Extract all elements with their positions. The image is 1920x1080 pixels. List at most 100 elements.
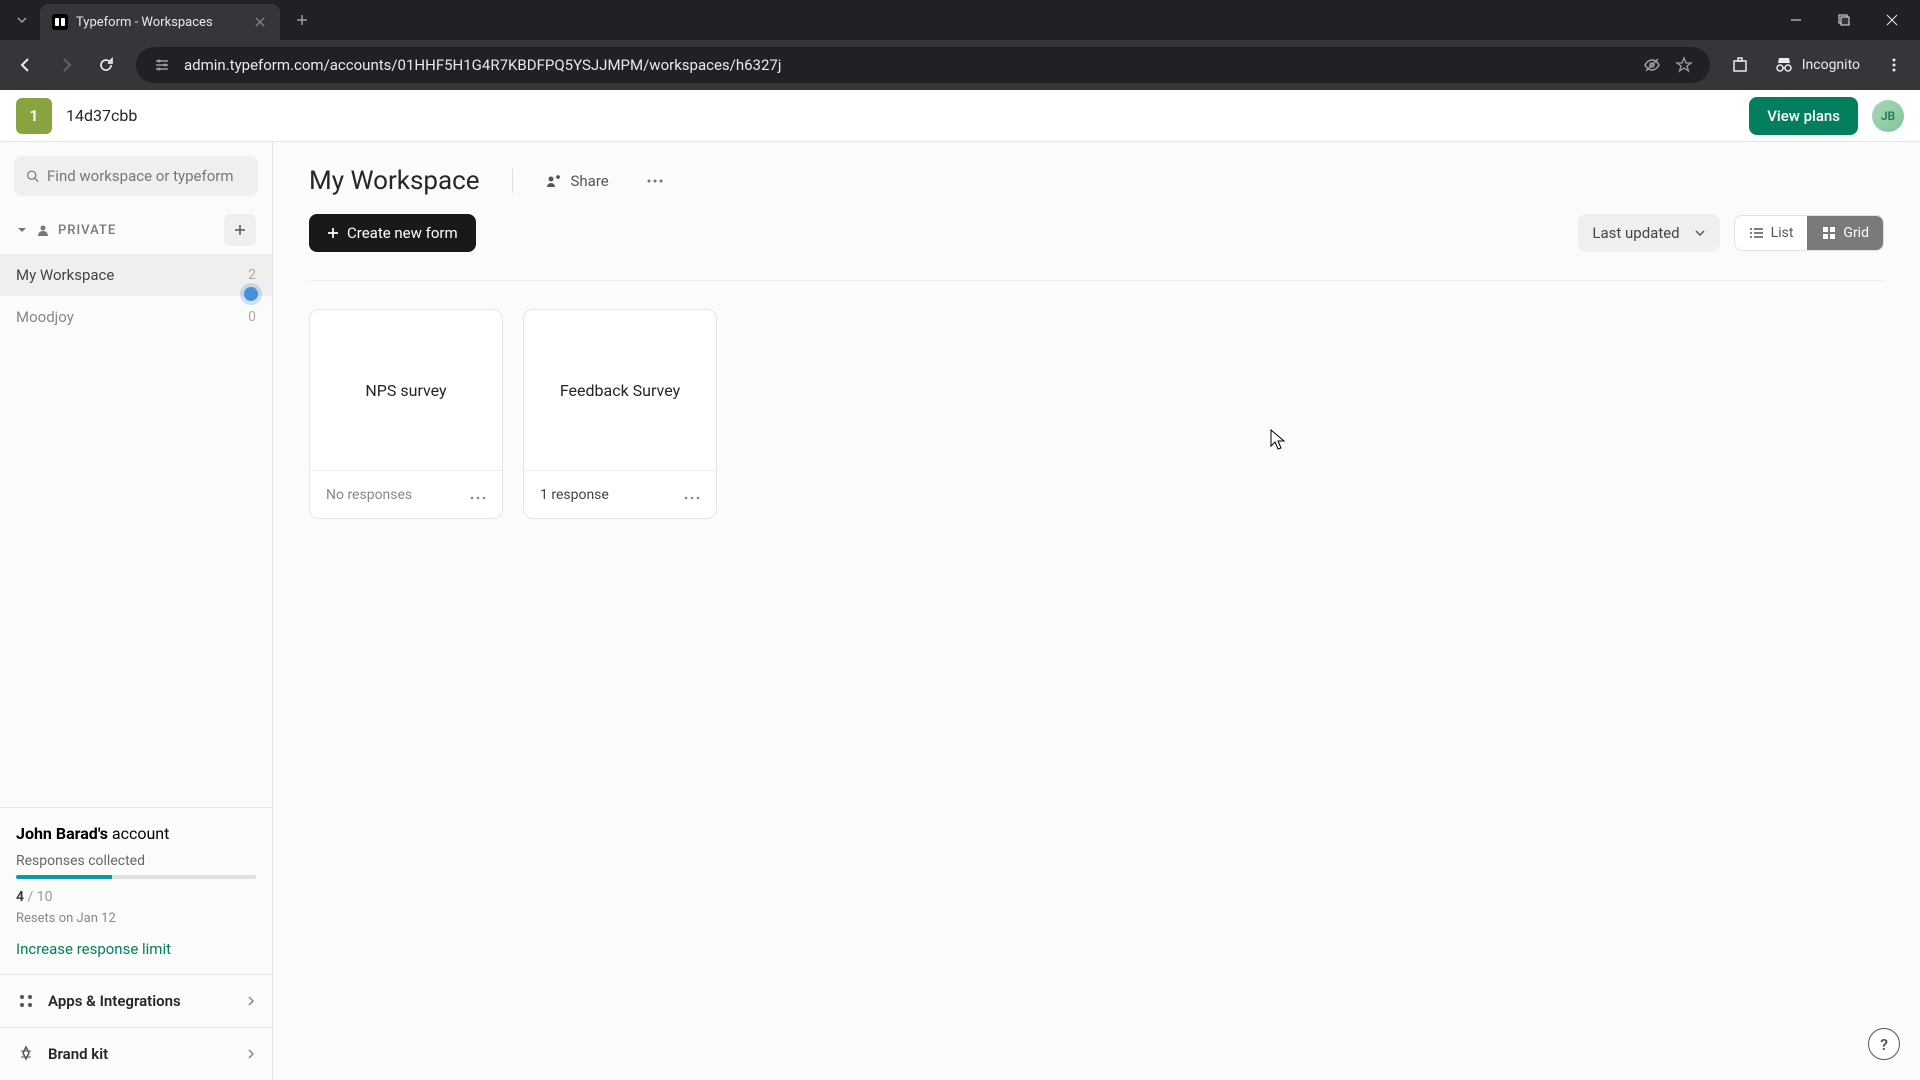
search-box[interactable]: [14, 156, 258, 196]
tab-close-button[interactable]: [252, 14, 268, 30]
content-header: My Workspace Share: [309, 166, 1884, 196]
forms-grid: NPS survey No responses Feedback Survey …: [309, 280, 1884, 519]
window-controls: [1776, 4, 1920, 36]
reset-date: Resets on Jan 12: [16, 911, 256, 926]
sidebar-workspace-my-workspace[interactable]: My Workspace 2: [0, 254, 272, 296]
workspace-name: Moodjoy: [16, 308, 248, 326]
new-tab-button[interactable]: [288, 6, 316, 34]
sidebar: PRIVATE My Workspace 2 Moodjoy 0 John Ba…: [0, 142, 273, 1080]
back-button[interactable]: [8, 47, 44, 83]
sort-dropdown[interactable]: Last updated: [1578, 214, 1719, 252]
plus-icon: [327, 227, 339, 239]
form-title: Feedback Survey: [560, 381, 680, 400]
caret-down-icon[interactable]: [16, 224, 28, 236]
tab-favicon: [52, 14, 68, 30]
forward-button[interactable]: [48, 47, 84, 83]
search-input[interactable]: [47, 167, 246, 185]
extensions-button[interactable]: [1722, 47, 1758, 83]
list-icon: [1749, 225, 1765, 241]
section-label: PRIVATE: [58, 223, 216, 238]
browser-tab-bar: Typeform - Workspaces: [0, 0, 1920, 40]
person-icon: [36, 223, 50, 237]
grid-label: Grid: [1843, 225, 1869, 241]
help-button[interactable]: ?: [1868, 1028, 1900, 1060]
grid-icon: [1821, 225, 1837, 241]
form-title: NPS survey: [365, 381, 446, 400]
list-view-button[interactable]: List: [1735, 216, 1808, 250]
responses-label: Responses collected: [16, 853, 256, 869]
close-icon: [255, 17, 265, 27]
close-window-button[interactable]: [1872, 4, 1912, 36]
arrow-left-icon: [17, 56, 35, 74]
brand-kit-link[interactable]: Brand kit: [0, 1027, 272, 1080]
apps-icon: [16, 991, 36, 1011]
list-label: List: [1771, 225, 1794, 241]
form-responses: No responses: [326, 487, 412, 503]
chevron-right-icon: [246, 996, 256, 1006]
create-form-button[interactable]: Create new form: [309, 214, 476, 252]
toolbar: Create new form Last updated List Grid: [309, 214, 1884, 252]
sidebar-workspace-moodjoy[interactable]: Moodjoy 0: [0, 296, 272, 338]
form-card[interactable]: NPS survey No responses: [309, 309, 503, 519]
main-content: My Workspace Share Create new form Last …: [273, 142, 1920, 1080]
org-name: 14d37cbb: [66, 106, 137, 125]
maximize-button[interactable]: [1824, 4, 1864, 36]
minimize-icon: [1790, 14, 1802, 26]
reload-icon: [97, 56, 115, 74]
share-button[interactable]: Share: [545, 172, 609, 190]
link-label: Brand kit: [48, 1045, 234, 1063]
browser-tab[interactable]: Typeform - Workspaces: [40, 4, 280, 40]
plus-icon: [233, 223, 247, 237]
plus-icon: [296, 14, 308, 26]
tab-search-dropdown[interactable]: [4, 4, 40, 36]
form-card[interactable]: Feedback Survey 1 response: [523, 309, 717, 519]
workspace-name: My Workspace: [16, 266, 248, 284]
browser-address-bar: admin.typeform.com/accounts/01HHF5H1G4R7…: [0, 40, 1920, 90]
increase-limit-link[interactable]: Increase response limit: [16, 940, 256, 958]
form-responses: 1 response: [540, 487, 609, 503]
responses-progress: [16, 875, 256, 879]
dots-icon: [470, 496, 486, 500]
private-section-header: PRIVATE: [0, 206, 272, 254]
bookmark-icon[interactable]: [1674, 55, 1694, 75]
tab-title: Typeform - Workspaces: [76, 15, 244, 30]
close-icon: [1886, 14, 1898, 26]
site-settings-icon[interactable]: [152, 55, 172, 75]
url-text: admin.typeform.com/accounts/01HHF5H1G4R7…: [184, 56, 1630, 74]
incognito-icon: [1774, 55, 1794, 75]
progress-fill: [16, 875, 112, 879]
dots-icon: [684, 496, 700, 500]
create-label: Create new form: [347, 224, 458, 242]
incognito-badge: Incognito: [1762, 55, 1872, 75]
account-section: John Barad's account Responses collected…: [0, 807, 272, 974]
share-label: Share: [571, 172, 609, 190]
eye-off-icon[interactable]: [1642, 55, 1662, 75]
minimize-button[interactable]: [1776, 4, 1816, 36]
url-bar[interactable]: admin.typeform.com/accounts/01HHF5H1G4R7…: [136, 47, 1710, 83]
apps-integrations-link[interactable]: Apps & Integrations: [0, 974, 272, 1027]
add-workspace-button[interactable]: [224, 214, 256, 246]
extension-icon: [1731, 56, 1749, 74]
workspace-title: My Workspace: [309, 166, 480, 196]
dots-icon: [646, 179, 664, 183]
workspace-count: 0: [248, 309, 256, 325]
kebab-icon: [1886, 57, 1902, 73]
form-more-button[interactable]: [470, 485, 486, 504]
link-label: Apps & Integrations: [48, 992, 234, 1010]
view-toggle: List Grid: [1734, 215, 1884, 251]
chevron-right-icon: [246, 1049, 256, 1059]
org-badge[interactable]: 1: [16, 98, 52, 134]
grid-view-button[interactable]: Grid: [1807, 216, 1883, 250]
workspace-more-button[interactable]: [641, 167, 669, 195]
browser-menu-button[interactable]: [1876, 47, 1912, 83]
sort-label: Last updated: [1592, 224, 1679, 242]
user-avatar[interactable]: JB: [1872, 100, 1904, 132]
view-plans-button[interactable]: View plans: [1749, 97, 1858, 135]
divider: [512, 169, 513, 193]
chevron-down-icon: [16, 14, 28, 26]
form-more-button[interactable]: [684, 485, 700, 504]
search-icon: [26, 168, 39, 184]
reload-button[interactable]: [88, 47, 124, 83]
maximize-icon: [1838, 14, 1850, 26]
incognito-label: Incognito: [1802, 57, 1860, 73]
